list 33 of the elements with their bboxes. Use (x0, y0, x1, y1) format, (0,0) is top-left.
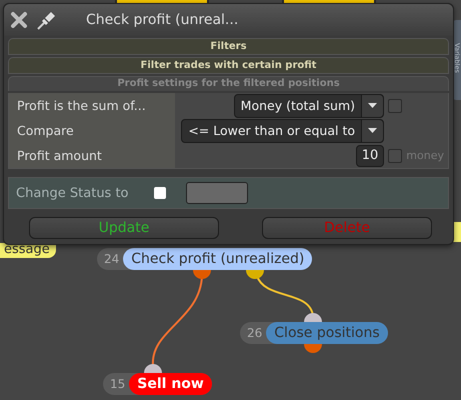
dropdown[interactable]: <= Lower than or equal to (181, 118, 384, 142)
pin-icon[interactable] (36, 9, 58, 31)
connector-port[interactable] (144, 364, 162, 373)
caret-icon (368, 103, 377, 108)
dropdown[interactable]: Money (total sum) (234, 94, 384, 118)
node[interactable]: 24 Check profit (unrealized) (97, 248, 312, 270)
number-field[interactable]: 10 (356, 144, 384, 166)
checkbox[interactable] (388, 148, 402, 162)
section-header[interactable]: Filter trades with certain profit (8, 57, 449, 74)
window-title: Check profit (unreal... (86, 12, 238, 28)
node-number: 26 (246, 326, 264, 340)
checkbox[interactable] (388, 98, 402, 112)
connector-port[interactable] (304, 313, 322, 322)
node[interactable]: 15 Sell now (103, 373, 212, 395)
node-label: Check profit (unrealized) (123, 248, 312, 270)
field-label: Profit amount (9, 143, 175, 168)
node-number: 15 (109, 377, 126, 391)
section-subheader: Profit settings for the filtered positions (8, 76, 449, 91)
update-button[interactable]: Update (29, 217, 219, 239)
status-label: Change Status to (16, 186, 130, 200)
connector-port[interactable] (304, 344, 322, 353)
connector-port[interactable] (193, 270, 211, 279)
checkbox[interactable] (154, 187, 166, 199)
node-number: 24 (103, 252, 120, 266)
field-label: Compare (9, 118, 175, 143)
connector-port[interactable] (246, 270, 264, 279)
close-icon[interactable] (10, 11, 28, 29)
section-header[interactable]: Filters (8, 38, 449, 55)
node-label: Close positions (266, 322, 388, 344)
status-field[interactable] (186, 182, 248, 204)
field-label: Profit is the sum of... (9, 93, 175, 118)
node-label: Sell now (129, 373, 212, 395)
caret-icon (368, 128, 377, 133)
